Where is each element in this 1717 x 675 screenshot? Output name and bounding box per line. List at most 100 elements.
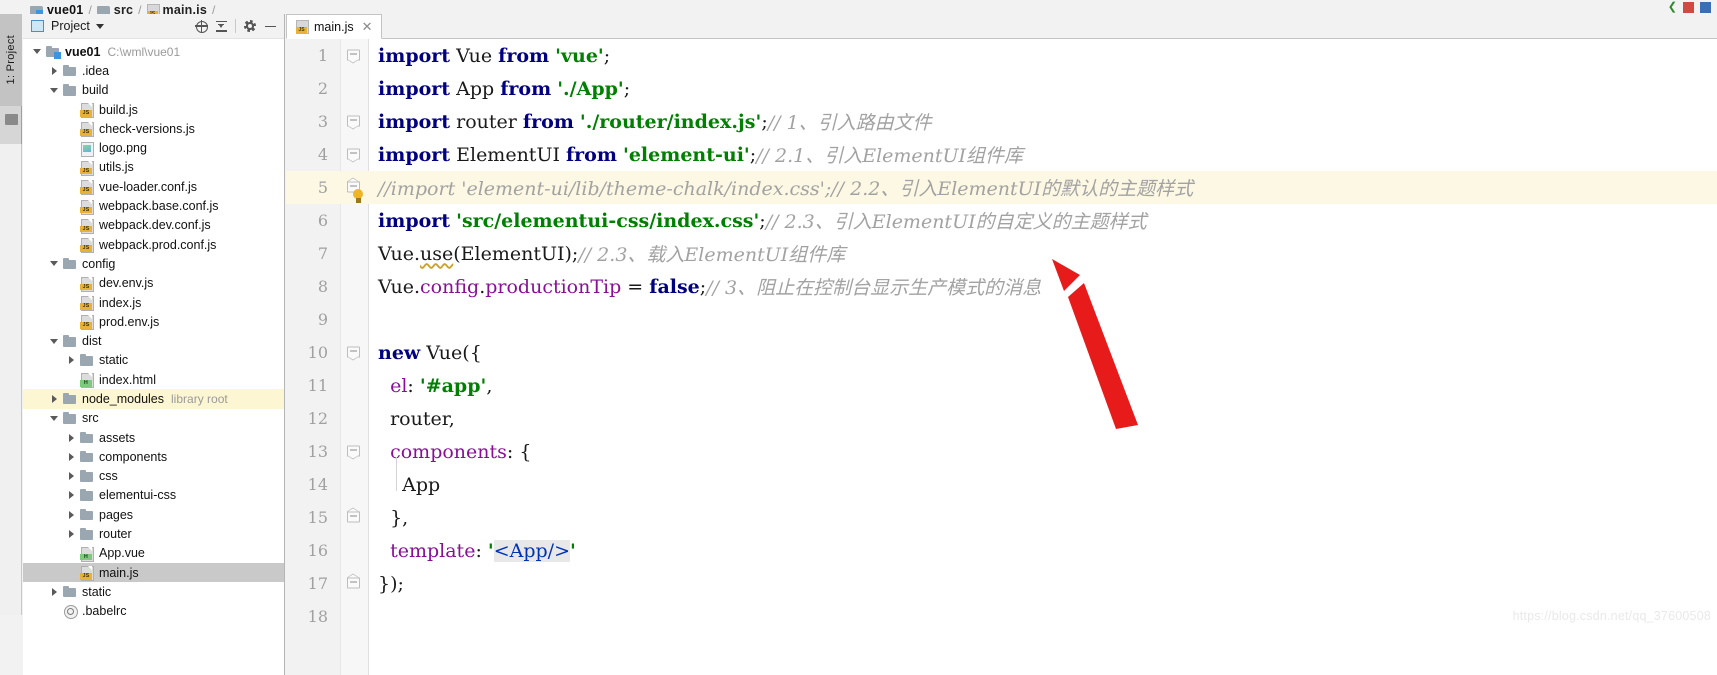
- code-editor[interactable]: 1 import Vue from 'vue'; 2 import App from …: [286, 39, 1717, 675]
- fold-start-icon[interactable]: [346, 114, 361, 130]
- tree-item-logo-png[interactable]: logo.png: [23, 138, 284, 157]
- breadcrumb-item-src[interactable]: src: [96, 3, 133, 14]
- code-line[interactable]: 10 new Vue({: [286, 336, 1717, 369]
- chevron-right-icon[interactable]: [63, 452, 79, 461]
- tree-item-assets[interactable]: assets: [23, 428, 284, 447]
- code-line[interactable]: 1 import Vue from 'vue';: [286, 39, 1717, 72]
- tool-button-project[interactable]: 1: Project: [0, 14, 22, 106]
- tree-item-dev-env-js[interactable]: JS dev.env.js: [23, 274, 284, 293]
- breadcrumb-item-project[interactable]: vue01: [30, 3, 83, 14]
- code-line[interactable]: 17});: [286, 567, 1717, 600]
- chevron-right-icon[interactable]: [46, 394, 62, 403]
- tree-item-pages[interactable]: pages: [23, 505, 284, 524]
- code-line[interactable]: 16 template: ' <App/> ': [286, 534, 1717, 567]
- tree-item-src[interactable]: src: [23, 409, 284, 428]
- code-line[interactable]: 7 Vue. use (ElementUI);// 2.3、载入ElementUI组件…: [286, 237, 1717, 270]
- js-file-icon: JS: [79, 199, 95, 215]
- tree-item-utils-js[interactable]: JS utils.js: [23, 158, 284, 177]
- tree-item-node-modules[interactable]: node_modules library root: [23, 389, 284, 409]
- chevron-down-icon[interactable]: [46, 338, 62, 344]
- code-line[interactable]: 2 import App from './App';: [286, 72, 1717, 105]
- tree-item-index-js[interactable]: JS index.js: [23, 293, 284, 312]
- tree-item-config[interactable]: config: [23, 254, 284, 273]
- chevron-right-icon[interactable]: [63, 491, 79, 500]
- js-file-icon: JS: [79, 122, 95, 138]
- chevron-down-icon[interactable]: [95, 23, 104, 29]
- tab-main-js[interactable]: main.js ✕: [286, 14, 382, 39]
- locate-in-tree-icon[interactable]: [191, 16, 211, 36]
- chevron-right-icon[interactable]: [63, 472, 79, 481]
- fold-end-icon[interactable]: [346, 507, 361, 525]
- fold-end-icon[interactable]: [346, 573, 361, 591]
- close-icon[interactable]: ✕: [362, 19, 373, 35]
- tree-item-build[interactable]: build: [23, 81, 284, 100]
- tree-item-check-versions-js[interactable]: JS check-versions.js: [23, 119, 284, 138]
- tree-item-css[interactable]: css: [23, 467, 284, 486]
- tree-item-webpack-dev-conf-js[interactable]: JS webpack.dev.conf.js: [23, 216, 284, 235]
- code-line[interactable]: 15 },: [286, 501, 1717, 534]
- stop-icon[interactable]: [1683, 1, 1694, 13]
- code-line[interactable]: 5 //import 'element-ui/lib/theme-chalk/in…: [286, 171, 1717, 204]
- panel-icon[interactable]: [1700, 1, 1711, 13]
- tree-item-components[interactable]: components: [23, 447, 284, 466]
- tree-item-dist[interactable]: dist: [23, 331, 284, 350]
- tree-item-prod-env-js[interactable]: JS prod.env.js: [23, 312, 284, 331]
- chevron-right-icon[interactable]: [63, 530, 79, 539]
- tree-item-router[interactable]: router: [23, 524, 284, 543]
- code-token: //import 'element-ui/lib/theme-chalk/ind…: [378, 178, 1194, 200]
- code-line[interactable]: 8 Vue. config. productionTip = false;// 3、阻…: [286, 270, 1717, 303]
- intention-bulb-icon[interactable]: [352, 189, 364, 204]
- tree-item-label: index.js: [99, 295, 142, 310]
- code-line[interactable]: 18: [286, 600, 1717, 633]
- tree-item-app-vue[interactable]: H App.vue: [23, 544, 284, 563]
- code-line[interactable]: 4 import ElementUI from 'element-ui';// 2…: [286, 138, 1717, 171]
- tree-item--idea[interactable]: .idea: [23, 61, 284, 80]
- minimize-icon[interactable]: [260, 16, 280, 36]
- code-line[interactable]: 13 components: {: [286, 435, 1717, 468]
- tree-item-main-js[interactable]: JS main.js: [23, 563, 284, 583]
- chevron-right-icon[interactable]: [63, 433, 79, 442]
- chevron-icon[interactable]: ❮: [1668, 1, 1677, 13]
- chevron-right-icon[interactable]: [63, 510, 79, 519]
- code-line[interactable]: 11 el: '#app',: [286, 369, 1717, 402]
- code-line[interactable]: 9: [286, 303, 1717, 336]
- folder-icon[interactable]: [5, 114, 18, 125]
- tree-item-label: vue01: [65, 44, 101, 59]
- fold-start-icon[interactable]: [346, 48, 361, 64]
- babel-file-icon: [62, 604, 78, 620]
- chevron-down-icon[interactable]: [46, 87, 62, 93]
- tree-item-build-js[interactable]: JS build.js: [23, 100, 284, 119]
- tree-item-static[interactable]: static: [23, 351, 284, 370]
- code-content[interactable]: 1 import Vue from 'vue'; 2 import App from …: [286, 39, 1717, 675]
- chevron-right-icon[interactable]: [46, 66, 62, 75]
- code-line[interactable]: 14 App: [286, 468, 1717, 501]
- gear-icon[interactable]: [240, 16, 260, 36]
- chevron-right-icon[interactable]: [46, 587, 62, 596]
- tree-item-elementui-css[interactable]: elementui-css: [23, 486, 284, 505]
- indent-guide: [396, 457, 397, 491]
- tree-item-label: elementui-css: [99, 488, 177, 503]
- tree-item-webpack-prod-conf-js[interactable]: JS webpack.prod.conf.js: [23, 235, 284, 254]
- project-tree[interactable]: vue01 C:\wml\vue01 .idea build JS build.js JS c…: [23, 39, 284, 675]
- code-line[interactable]: 3 import router from './router/index.js';…: [286, 105, 1717, 138]
- fold-start-icon[interactable]: [346, 444, 361, 460]
- tree-item-static[interactable]: static: [23, 582, 284, 601]
- tree-item-index-html[interactable]: Hindex.html: [23, 370, 284, 389]
- tree-item-webpack-base-conf-js[interactable]: JS webpack.base.conf.js: [23, 196, 284, 215]
- tree-item-vue-loader-conf-js[interactable]: JS vue-loader.conf.js: [23, 177, 284, 196]
- chevron-down-icon[interactable]: [29, 49, 45, 55]
- tree-item-vue01[interactable]: vue01 C:\wml\vue01: [23, 42, 284, 61]
- breadcrumb-item-file[interactable]: main.js: [146, 3, 207, 14]
- code-token: 'element-ui': [623, 143, 750, 166]
- chevron-down-icon[interactable]: [46, 415, 62, 421]
- collapse-all-icon[interactable]: [211, 16, 231, 36]
- code-line[interactable]: 6 import 'src/elementui-css/index.css';//…: [286, 204, 1717, 237]
- code-line[interactable]: 12 router,: [286, 402, 1717, 435]
- fold-start-icon[interactable]: [346, 345, 361, 361]
- fold-start-icon[interactable]: [346, 147, 361, 163]
- line-number: 10: [307, 343, 328, 362]
- chevron-right-icon[interactable]: [63, 356, 79, 365]
- chevron-down-icon[interactable]: [46, 261, 62, 267]
- code-token: import: [378, 143, 451, 166]
- tree-item--babelrc[interactable]: .babelrc: [23, 602, 284, 621]
